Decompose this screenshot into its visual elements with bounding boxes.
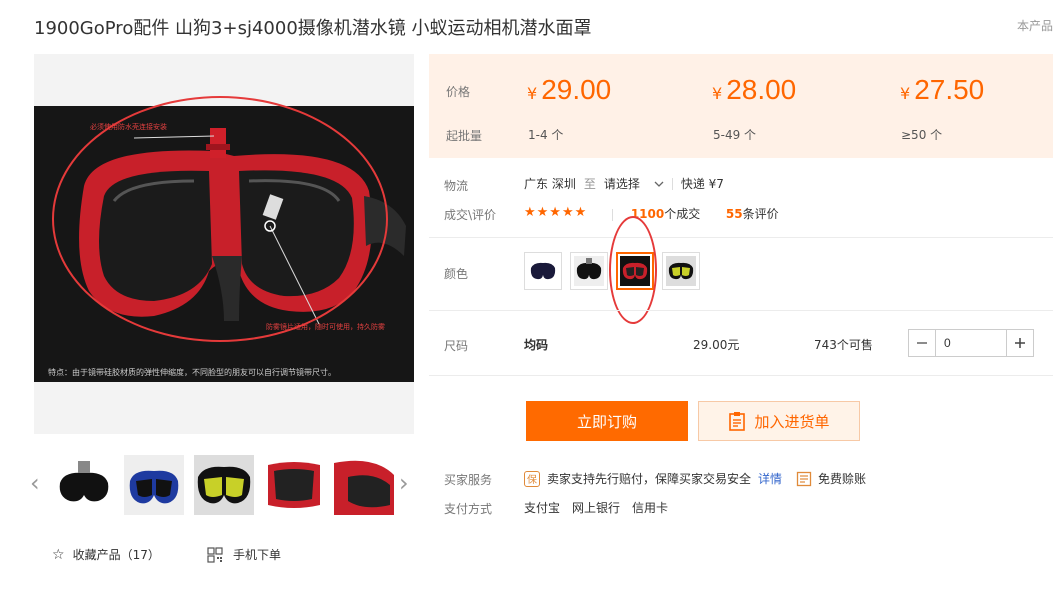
thumbnail-image — [264, 455, 324, 515]
transactions-label: 成交\评价 — [444, 208, 497, 222]
deals-suffix: 个成交 — [664, 207, 701, 221]
color-swatch[interactable] — [570, 252, 608, 290]
details-link[interactable]: 详情 — [758, 470, 782, 487]
swatch-image — [574, 256, 604, 286]
to-label: 至 — [583, 177, 596, 191]
product-title: 1900GoPro配件 山狗3+sj4000摄像机潜水镜 小蚁运动相机潜水面罩 — [34, 18, 592, 39]
rating-stars: ★★★★★ — [524, 205, 588, 220]
service-label: 买家服务 — [444, 473, 493, 487]
payment-methods: 支付宝 网上银行 信用卡 — [524, 499, 668, 516]
add-to-cart-label: 加入进货单 — [754, 412, 830, 431]
price-label: 价格 — [446, 85, 471, 99]
minus-icon — [917, 342, 927, 344]
buy-now-button[interactable]: 立即订购 — [526, 401, 688, 441]
thumbnail-item[interactable] — [264, 455, 324, 515]
add-to-cart-button[interactable]: 加入进货单 — [698, 401, 860, 441]
price-value: 27.50 — [914, 74, 985, 105]
star-outline-icon: ☆ — [52, 546, 65, 563]
protect-text: 卖家支持先行赔付，保障买家交易安全 — [547, 472, 752, 486]
color-label: 颜色 — [444, 267, 469, 281]
currency-symbol: ¥ — [527, 84, 538, 103]
currency-symbol: ¥ — [900, 84, 911, 103]
quantity-input[interactable] — [936, 330, 1006, 356]
credit-document-icon — [796, 471, 812, 486]
thumbnail-strip — [54, 455, 394, 515]
divider — [671, 177, 673, 190]
color-swatch[interactable] — [524, 252, 562, 290]
price-value: 28.00 — [726, 74, 797, 105]
favorite-label: 收藏产品（17） — [72, 548, 160, 562]
thumbnail-prev-arrow[interactable]: ‹ — [30, 468, 40, 498]
main-product-image[interactable]: 必须使用防水壳连接安装 防雾镜片适用，随时可使用，持久防雾 特点：由于镜带硅胶材… — [34, 54, 414, 434]
thumbnail-item[interactable] — [334, 455, 394, 515]
price-tier-3: ¥27.50 — [900, 74, 984, 106]
thumbnail-item[interactable] — [54, 455, 114, 515]
payment-method: 支付宝 — [524, 501, 561, 515]
payment-label: 支付方式 — [444, 502, 493, 516]
protect-badge-icon: 保 — [524, 470, 540, 487]
section-divider — [429, 375, 1053, 376]
section-divider — [429, 237, 1053, 238]
logistics-row: 广东 深圳 至 请选择 快递 ¥7 — [524, 175, 724, 192]
photo-caption: 特点：由于镜带硅胶材质的弹性伸缩度，不同脸型的朋友可以自行调节镜带尺寸。 — [48, 368, 336, 377]
divider — [612, 208, 613, 221]
payment-method: 网上银行 — [572, 501, 621, 515]
thumbnail-image — [54, 455, 114, 515]
plus-button[interactable] — [1006, 330, 1033, 356]
moq-label: 起批量 — [446, 129, 483, 143]
thumbnail-item[interactable] — [124, 455, 184, 515]
clipboard-icon — [729, 412, 746, 431]
phone-order[interactable]: 手机下单 — [207, 546, 281, 563]
buyer-service-row: 保 卖家支持先行赔付，保障买家交易安全 详情 免费赊账 — [524, 470, 866, 487]
shipping-fee: 快递 ¥7 — [680, 177, 724, 191]
chevron-down-icon — [654, 181, 664, 187]
minus-button[interactable] — [909, 330, 936, 356]
favorite-product[interactable]: ☆ 收藏产品（17） — [52, 546, 160, 563]
origin-location: 广东 深圳 — [524, 177, 576, 191]
price-value: 29.00 — [541, 74, 612, 105]
thumbnail-item[interactable] — [194, 455, 254, 515]
size-price: 29.00元 — [693, 338, 740, 352]
currency-symbol: ¥ — [712, 84, 723, 103]
color-swatch[interactable] — [662, 252, 700, 290]
qr-code-icon — [207, 546, 223, 563]
size-label: 尺码 — [444, 339, 469, 353]
annotation-ellipse — [52, 96, 388, 342]
price-tier-1: ¥29.00 — [527, 74, 611, 106]
section-divider — [429, 310, 1053, 311]
annotation-oval — [609, 216, 657, 324]
destination-value: 请选择 — [603, 177, 640, 191]
qty-range-1: 1-4 个 — [528, 128, 564, 142]
price-panel: 价格 起批量 ¥29.00 1-4 个 ¥28.00 5-49 个 ¥27.50… — [429, 54, 1053, 158]
swatch-image — [666, 256, 696, 286]
reviews-suffix: 条评价 — [742, 207, 779, 221]
reviews-count: 55 — [725, 207, 743, 221]
size-value: 均码 — [524, 338, 549, 352]
size-stock: 743个可售 — [814, 338, 873, 352]
this-product-label[interactable]: 本产品 — [1017, 17, 1053, 34]
thumbnail-image — [194, 455, 254, 515]
phone-order-label: 手机下单 — [233, 548, 282, 562]
destination-select[interactable]: 请选择 — [604, 175, 664, 192]
quantity-stepper — [908, 329, 1034, 357]
free-account-text[interactable]: 免费赊账 — [818, 470, 866, 487]
payment-method: 信用卡 — [632, 501, 669, 515]
qty-range-3: ≥50 个 — [901, 128, 943, 142]
thumbnail-image — [334, 455, 394, 515]
thumbnail-image — [124, 455, 184, 515]
reviews-link[interactable]: 55条评价 — [726, 207, 779, 221]
thumbnail-next-arrow[interactable]: › — [399, 468, 409, 498]
logistics-label: 物流 — [444, 179, 469, 193]
plus-icon — [1015, 338, 1025, 348]
qty-range-2: 5-49 个 — [713, 128, 757, 142]
price-tier-2: ¥28.00 — [712, 74, 796, 106]
swatch-image — [528, 256, 558, 286]
